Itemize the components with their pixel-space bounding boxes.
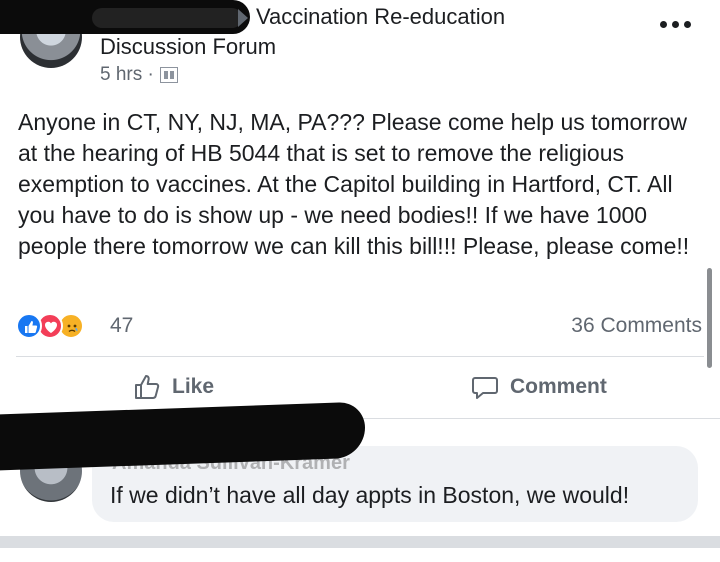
redaction-stripe <box>92 8 242 28</box>
like-button[interactable]: Like <box>132 372 214 402</box>
post-header: Vaccination Re-education Discussion Foru… <box>0 0 720 100</box>
divider <box>16 356 704 357</box>
post-body-text: Anyone in CT, NY, NJ, MA, PA??? Please c… <box>18 109 690 259</box>
members-icon <box>159 67 178 83</box>
section-separator <box>0 536 720 548</box>
more-dot-icon <box>684 20 691 28</box>
thumbs-up-icon <box>135 375 160 399</box>
comment-bubble-icon <box>472 377 498 399</box>
reaction-count[interactable]: 47 <box>110 314 133 338</box>
caret-right-icon <box>238 9 248 27</box>
like-icon <box>16 313 42 339</box>
post-actions: Like Comment <box>0 358 720 418</box>
reactions-row[interactable]: 47 36 Comments <box>0 300 720 354</box>
comment-label: Comment <box>510 375 607 398</box>
post-time[interactable]: 5 hrs · <box>100 64 154 86</box>
more-options-button[interactable] <box>660 14 700 34</box>
more-dot-icon <box>672 20 679 28</box>
more-dot-icon <box>660 20 667 28</box>
comment-text: If we didn’t have all day appts in Bosto… <box>110 482 630 508</box>
scrollbar[interactable] <box>707 268 712 368</box>
group-name-line2[interactable]: Discussion Forum <box>100 34 276 60</box>
like-label: Like <box>172 375 215 398</box>
group-name-line1[interactable]: Vaccination Re-education <box>256 4 505 30</box>
comment-button[interactable]: Comment <box>470 372 607 402</box>
post-meta: 5 hrs · <box>100 64 178 86</box>
comments-count-link[interactable]: 36 Comments <box>571 314 702 338</box>
